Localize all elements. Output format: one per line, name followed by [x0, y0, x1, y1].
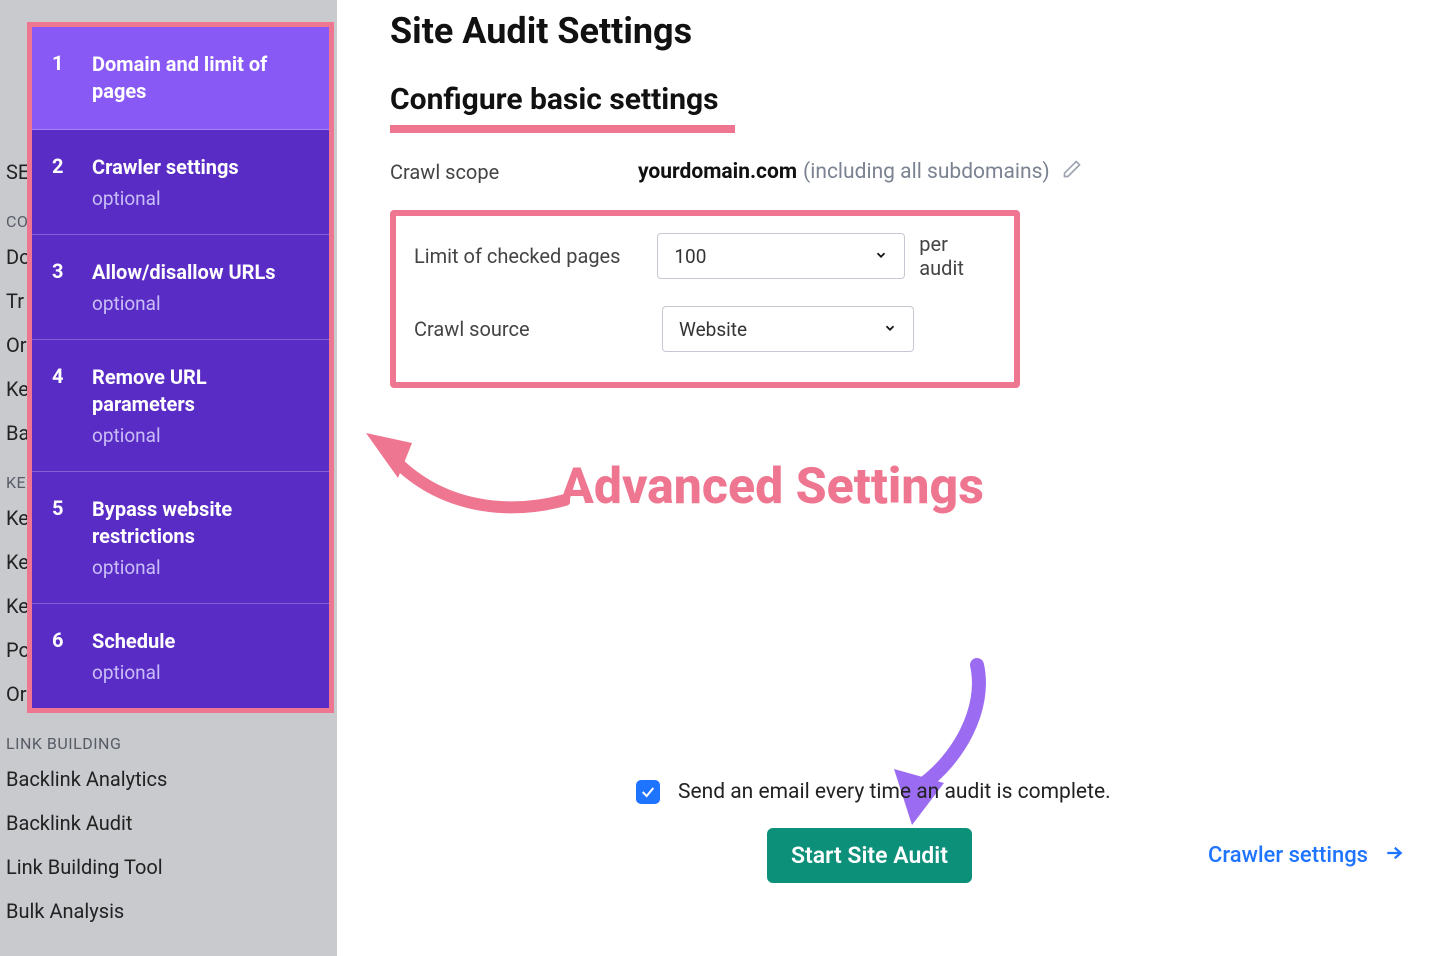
main-content: Site Audit Settings Configure basic sett… — [390, 10, 1416, 388]
wizard-step-schedule[interactable]: 6 Schedule optional — [32, 604, 329, 708]
crawl-scope-hint: (including all subdomains) — [803, 160, 1050, 184]
bg-nav-backlink-analytics[interactable]: Backlink Analytics — [0, 757, 337, 801]
chevron-down-icon — [883, 320, 897, 339]
crawl-scope-domain: yourdomain.com — [638, 160, 797, 184]
wizard-step-subtitle: optional — [92, 655, 307, 684]
crawl-source-select[interactable]: Website — [662, 306, 914, 352]
bg-nav-bulk-analysis[interactable]: Bulk Analysis — [0, 889, 337, 933]
next-link-label: Crawler settings — [1208, 843, 1368, 868]
pencil-icon[interactable] — [1062, 159, 1082, 184]
wizard-step-title: Allow/disallow URLs — [92, 259, 307, 286]
start-site-audit-button[interactable]: Start Site Audit — [767, 828, 972, 883]
wizard-step-title: Schedule — [92, 628, 307, 655]
wizard-step-number: 1 — [52, 51, 92, 75]
bg-nav-backlink-audit[interactable]: Backlink Audit — [0, 801, 337, 845]
wizard-step-crawler-settings[interactable]: 2 Crawler settings optional — [32, 130, 329, 235]
crawl-scope-row: Crawl scope yourdomain.com (including al… — [390, 159, 1416, 184]
wizard-step-title: Domain and limit of pages — [92, 51, 307, 105]
wizard-step-number: 6 — [52, 628, 92, 652]
email-notify-label: Send an email every time an audit is com… — [678, 780, 1111, 804]
crawl-source-value: Website — [679, 318, 747, 341]
wizard-step-remove-params[interactable]: 4 Remove URL parameters optional — [32, 340, 329, 472]
crawler-settings-link[interactable]: Crawler settings — [1208, 843, 1406, 868]
wizard-step-subtitle: optional — [92, 550, 307, 579]
limit-pages-suffix: per audit — [919, 232, 996, 280]
wizard-step-number: 3 — [52, 259, 92, 283]
crawl-source-row: Crawl source Website — [414, 306, 996, 352]
section-title: Configure basic settings — [390, 82, 719, 117]
wizard-step-title: Crawler settings — [92, 154, 307, 181]
email-checkbox[interactable] — [636, 780, 660, 804]
wizard-step-subtitle: optional — [92, 181, 307, 210]
wizard-steps-panel: 1 Domain and limit of pages 2 Crawler se… — [27, 22, 334, 713]
bottom-actions: Send an email every time an audit is com… — [390, 780, 1406, 883]
wizard-step-title: Bypass website restrictions — [92, 496, 307, 550]
section-underline — [390, 125, 735, 133]
arrow-right-icon — [1382, 843, 1406, 868]
wizard-step-number: 4 — [52, 364, 92, 388]
wizard-step-number: 5 — [52, 496, 92, 520]
bg-section-link-building: LINK BUILDING — [0, 716, 337, 757]
chevron-down-icon — [874, 247, 888, 266]
callout-label: Advanced Settings — [560, 458, 984, 516]
bg-nav-link-building-tool[interactable]: Link Building Tool — [0, 845, 337, 889]
email-notify-row: Send an email every time an audit is com… — [390, 780, 1406, 804]
page-title: Site Audit Settings — [390, 10, 1416, 52]
wizard-step-subtitle: optional — [92, 418, 307, 447]
crawl-source-label: Crawl source — [414, 317, 662, 341]
wizard-step-subtitle: optional — [92, 286, 307, 315]
wizard-step-allow-disallow[interactable]: 3 Allow/disallow URLs optional — [32, 235, 329, 340]
limit-pages-value: 100 — [674, 245, 706, 268]
limit-pages-select[interactable]: 100 — [657, 233, 905, 279]
limit-pages-row: Limit of checked pages 100 per audit — [414, 232, 996, 280]
callout-arrow-icon — [360, 395, 570, 530]
crawl-scope-label: Crawl scope — [390, 160, 638, 184]
wizard-step-title: Remove URL parameters — [92, 364, 307, 418]
settings-highlight-box: Limit of checked pages 100 per audit Cra… — [390, 210, 1020, 388]
wizard-step-number: 2 — [52, 154, 92, 178]
wizard-step-domain-limit[interactable]: 1 Domain and limit of pages — [32, 27, 329, 130]
limit-pages-label: Limit of checked pages — [414, 244, 657, 268]
wizard-step-bypass-restrictions[interactable]: 5 Bypass website restrictions optional — [32, 472, 329, 604]
